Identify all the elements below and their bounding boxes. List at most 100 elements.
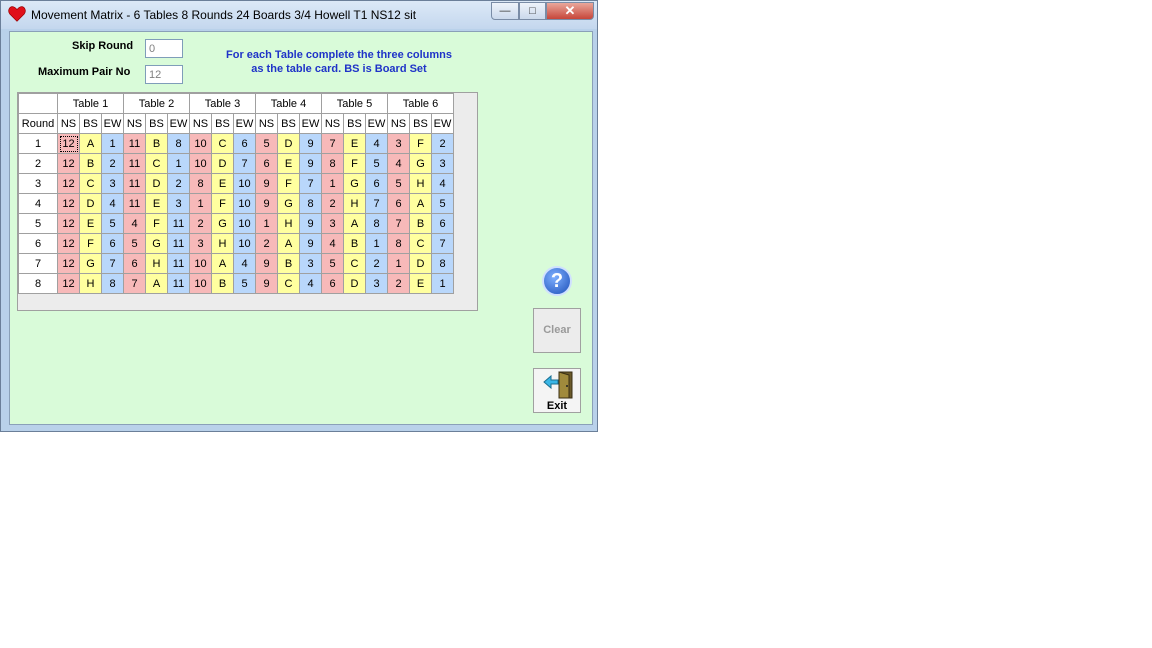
grid-cell-ew[interactable]: 11 [167, 213, 190, 234]
grid-cell-ns[interactable]: 12 [57, 233, 80, 254]
grid-cell-bs[interactable]: B [79, 153, 102, 174]
grid-cell-bs[interactable]: A [409, 193, 432, 214]
grid-cell-ew[interactable]: 3 [101, 173, 124, 194]
grid-cell-ew[interactable]: 4 [431, 173, 454, 194]
grid-cell-bs[interactable]: H [343, 193, 366, 214]
grid-cell-ew[interactable]: 7 [101, 253, 124, 274]
grid-cell-bs[interactable]: H [79, 273, 102, 294]
grid-cell-ew[interactable]: 8 [431, 253, 454, 274]
grid-cell-ns[interactable]: 3 [321, 213, 344, 234]
grid-cell-ns[interactable]: 1 [189, 193, 212, 214]
grid-cell-bs[interactable]: A [211, 253, 234, 274]
grid-cell-bs[interactable]: D [343, 273, 366, 294]
grid-cell-bs[interactable]: A [343, 213, 366, 234]
grid-cell-bs[interactable]: E [343, 133, 366, 154]
grid-cell-ns[interactable]: 8 [321, 153, 344, 174]
grid-cell-ew[interactable]: 9 [299, 233, 322, 254]
grid-cell-bs[interactable]: G [277, 193, 300, 214]
grid-cell-ns[interactable]: 10 [189, 253, 212, 274]
grid-cell-ns[interactable]: 12 [57, 193, 80, 214]
grid-cell-bs[interactable]: H [211, 233, 234, 254]
maximize-button[interactable]: □ [519, 2, 546, 20]
grid-cell-ew[interactable]: 7 [365, 193, 388, 214]
minimize-button[interactable]: — [491, 2, 519, 20]
grid-cell-bs[interactable]: D [145, 173, 168, 194]
grid-cell-ns[interactable]: 5 [123, 233, 146, 254]
grid-cell-ew[interactable]: 7 [233, 153, 256, 174]
grid-cell-ew[interactable]: 10 [233, 193, 256, 214]
grid-cell-ns[interactable]: 10 [189, 273, 212, 294]
grid-cell-ew[interactable]: 2 [365, 253, 388, 274]
grid-cell-ew[interactable]: 4 [299, 273, 322, 294]
grid-cell-bs[interactable]: C [277, 273, 300, 294]
grid-cell-ew[interactable]: 9 [299, 153, 322, 174]
grid-cell-bs[interactable]: C [343, 253, 366, 274]
grid-cell-ew[interactable]: 5 [101, 213, 124, 234]
grid-cell-ns[interactable]: 12 [57, 133, 80, 154]
grid-cell-ew[interactable]: 1 [431, 273, 454, 294]
grid-cell-ns[interactable]: 12 [57, 253, 80, 274]
grid-cell-ew[interactable]: 11 [167, 233, 190, 254]
grid-cell-ew[interactable]: 4 [365, 133, 388, 154]
grid-cell-ns[interactable]: 1 [321, 173, 344, 194]
grid-cell-bs[interactable]: H [277, 213, 300, 234]
grid-cell-ew[interactable]: 5 [233, 273, 256, 294]
grid-cell-bs[interactable]: D [79, 193, 102, 214]
grid-cell-ns[interactable]: 4 [123, 213, 146, 234]
grid-cell-ew[interactable]: 6 [101, 233, 124, 254]
grid-cell-ew[interactable]: 6 [233, 133, 256, 154]
grid-cell-bs[interactable]: F [79, 233, 102, 254]
grid-cell-bs[interactable]: G [211, 213, 234, 234]
grid-cell-bs[interactable]: H [145, 253, 168, 274]
grid-cell-ew[interactable]: 3 [299, 253, 322, 274]
grid-cell-bs[interactable]: F [343, 153, 366, 174]
exit-button[interactable]: Exit [533, 368, 581, 413]
grid-cell-bs[interactable]: G [79, 253, 102, 274]
grid-cell-ns[interactable]: 3 [387, 133, 410, 154]
grid-cell-bs[interactable]: G [409, 153, 432, 174]
clear-button[interactable]: Clear [533, 308, 581, 353]
grid-cell-ew[interactable]: 5 [365, 153, 388, 174]
title-bar[interactable]: Movement Matrix - 6 Tables 8 Rounds 24 B… [1, 1, 597, 29]
grid-cell-ew[interactable]: 2 [167, 173, 190, 194]
grid-cell-bs[interactable]: A [277, 233, 300, 254]
grid-cell-ns[interactable]: 5 [321, 253, 344, 274]
grid-cell-ns[interactable]: 1 [255, 213, 278, 234]
grid-cell-ns[interactable]: 9 [255, 173, 278, 194]
movement-grid[interactable]: Table 1 Table 2 Table 3 Table 4 Table 5 Table… [17, 92, 478, 311]
grid-cell-ew[interactable]: 6 [431, 213, 454, 234]
grid-cell-ns[interactable]: 12 [57, 153, 80, 174]
grid-cell-ns[interactable]: 10 [189, 153, 212, 174]
grid-cell-ew[interactable]: 5 [431, 193, 454, 214]
grid-cell-bs[interactable]: F [211, 193, 234, 214]
maximum-pair-input[interactable] [145, 65, 183, 84]
grid-cell-ns[interactable]: 8 [387, 233, 410, 254]
grid-cell-ns[interactable]: 11 [123, 153, 146, 174]
grid-cell-ew[interactable]: 3 [365, 273, 388, 294]
grid-cell-ns[interactable]: 5 [255, 133, 278, 154]
grid-cell-bs[interactable]: F [409, 133, 432, 154]
grid-cell-ew[interactable]: 8 [299, 193, 322, 214]
grid-cell-ew[interactable]: 10 [233, 173, 256, 194]
grid-cell-ns[interactable]: 9 [255, 253, 278, 274]
grid-cell-ew[interactable]: 1 [101, 133, 124, 154]
grid-cell-ew[interactable]: 8 [365, 213, 388, 234]
grid-cell-ns[interactable]: 4 [321, 233, 344, 254]
grid-cell-ns[interactable]: 6 [387, 193, 410, 214]
grid-cell-bs[interactable]: E [409, 273, 432, 294]
grid-cell-ew[interactable]: 2 [101, 153, 124, 174]
grid-cell-ns[interactable]: 6 [255, 153, 278, 174]
grid-cell-ew[interactable]: 10 [233, 213, 256, 234]
grid-cell-ns[interactable]: 9 [255, 273, 278, 294]
grid-cell-ns[interactable]: 11 [123, 133, 146, 154]
grid-cell-ns[interactable]: 10 [189, 133, 212, 154]
grid-cell-ew[interactable]: 6 [365, 173, 388, 194]
grid-cell-ew[interactable]: 1 [167, 153, 190, 174]
grid-cell-bs[interactable]: D [277, 133, 300, 154]
grid-cell-ew[interactable]: 3 [431, 153, 454, 174]
grid-cell-ns[interactable]: 6 [321, 273, 344, 294]
grid-cell-ns[interactable]: 4 [387, 153, 410, 174]
grid-cell-ns[interactable]: 2 [387, 273, 410, 294]
grid-cell-ns[interactable]: 9 [255, 193, 278, 214]
grid-cell-bs[interactable]: C [79, 173, 102, 194]
